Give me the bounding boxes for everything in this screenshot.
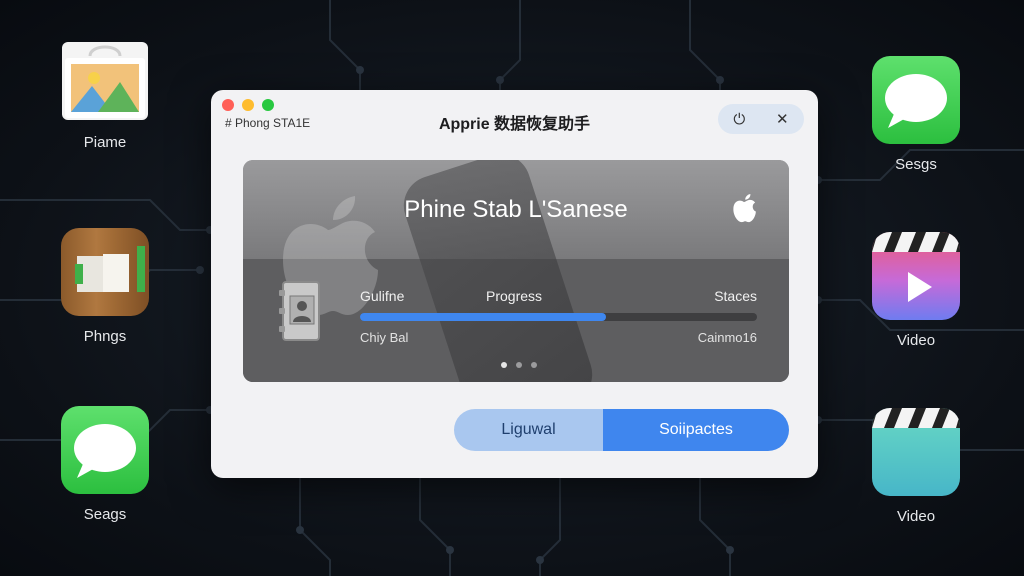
close-icon[interactable]: ✕ (776, 110, 789, 128)
video-clapper-icon (872, 408, 960, 496)
video-clapper-icon (872, 232, 960, 320)
progress-bar-fill (360, 313, 607, 321)
desktop-icon-messages-right[interactable]: Sesgs (856, 56, 976, 173)
page-dot[interactable] (501, 362, 507, 368)
desktop-icon-video-2[interactable]: Video (856, 408, 976, 525)
messages-icon (61, 406, 149, 494)
messages-icon (872, 56, 960, 144)
power-icon[interactable]: ⏻ (733, 111, 745, 128)
desktop-icon-label: Piame (83, 134, 127, 151)
books-icon (61, 228, 149, 316)
desktop-icon-video-1[interactable]: Video (856, 232, 976, 349)
photos-bag-icon (62, 42, 148, 120)
column-label-status: Staces (714, 288, 757, 304)
sublabel-left: Chiy Bal (360, 330, 409, 345)
desktop-icon-label: Phngs (83, 328, 127, 345)
window-controls: ⏻ ✕ (718, 104, 804, 134)
action-button-group: Liguwal Soiipactes (454, 409, 789, 451)
progress-bar (360, 313, 757, 321)
desktop-icon-label: Seags (83, 506, 127, 523)
desktop-icon-photos[interactable]: Piame (45, 42, 165, 151)
page-dot[interactable] (516, 362, 522, 368)
primary-action-button[interactable]: Soiipactes (603, 409, 789, 451)
contacts-book-icon (279, 280, 321, 344)
secondary-action-button[interactable]: Liguwal (454, 409, 603, 451)
desktop-icon-label: Video (896, 332, 936, 349)
desktop-icon-label: Video (896, 508, 936, 525)
desktop-icon-label: Sesgs (895, 156, 937, 173)
column-label-left: Gulifne (360, 288, 405, 304)
desktop-icon-books[interactable]: Phngs (45, 228, 165, 345)
page-dot[interactable] (531, 362, 537, 368)
apple-logo-icon (731, 192, 757, 229)
column-label-progress: Progress (486, 288, 543, 304)
desktop-icon-messages[interactable]: Seags (45, 406, 165, 523)
device-panel: Phine Stab L'Sanese Gulifne Progress Sta… (243, 160, 789, 382)
sublabel-right: Cainmo16 (697, 330, 757, 345)
panel-title: Phine Stab L'Sanese (404, 196, 628, 223)
app-window: # Phong STA1E Apprie 数据恢复助手 ⏻ ✕ Phine St… (211, 90, 818, 478)
page-indicator[interactable] (501, 362, 537, 368)
